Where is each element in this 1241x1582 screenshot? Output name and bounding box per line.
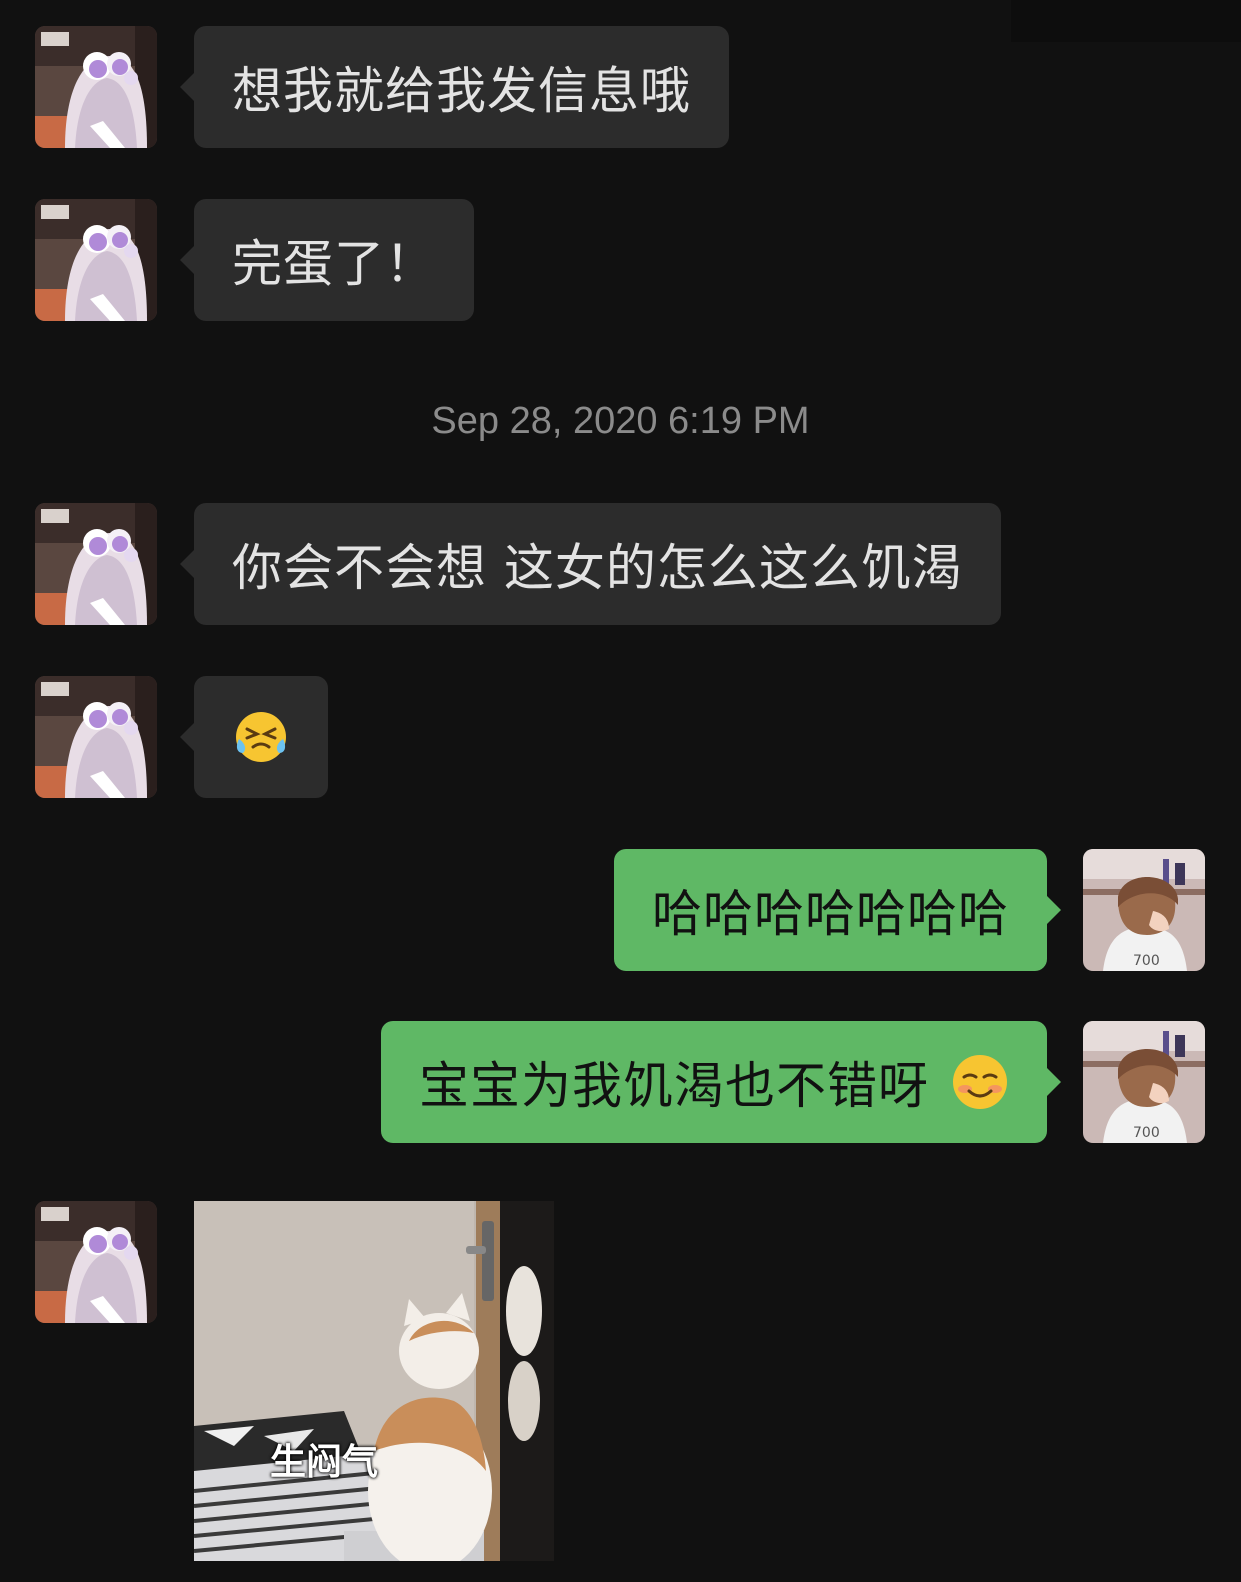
contact-avatar[interactable] <box>35 26 157 148</box>
message-bubble[interactable] <box>180 676 328 798</box>
user-avatar[interactable] <box>1083 1021 1205 1143</box>
contact-avatar[interactable] <box>35 1201 157 1323</box>
message-bubble[interactable]: 完蛋了！ <box>180 199 474 321</box>
message-bubble[interactable]: 宝宝为我饥渴也不错呀 <box>381 1021 1061 1143</box>
message-bubble[interactable]: 你会不会想 这女的怎么这么饥渴 <box>180 503 1001 625</box>
crying-laughing-face-emoji <box>236 712 286 762</box>
user-avatar[interactable] <box>1083 849 1205 971</box>
message-text: 哈哈哈哈哈哈哈 <box>652 885 1009 943</box>
chat-timestamp: Sep 28, 2020 6:19 PM <box>431 400 810 442</box>
sticker-caption: 生闷气 <box>270 1442 379 1483</box>
contact-avatar[interactable] <box>35 676 157 798</box>
message-text: 宝宝为我饥渴也不错呀 <box>419 1057 929 1115</box>
cat-sticker-image[interactable]: 生闷气 <box>194 1201 554 1561</box>
contact-avatar[interactable] <box>35 199 157 321</box>
status-strip <box>1011 0 1241 42</box>
message-text: 你会不会想 这女的怎么这么饥渴 <box>232 539 963 597</box>
smiling-face-emoji <box>953 1055 1007 1109</box>
message-text: 完蛋了！ <box>232 235 436 293</box>
message-bubble[interactable]: 想我就给我发信息哦 <box>180 26 729 148</box>
message-bubble[interactable]: 哈哈哈哈哈哈哈 <box>614 849 1061 971</box>
message-text: 想我就给我发信息哦 <box>232 62 691 120</box>
contact-avatar[interactable] <box>35 503 157 625</box>
